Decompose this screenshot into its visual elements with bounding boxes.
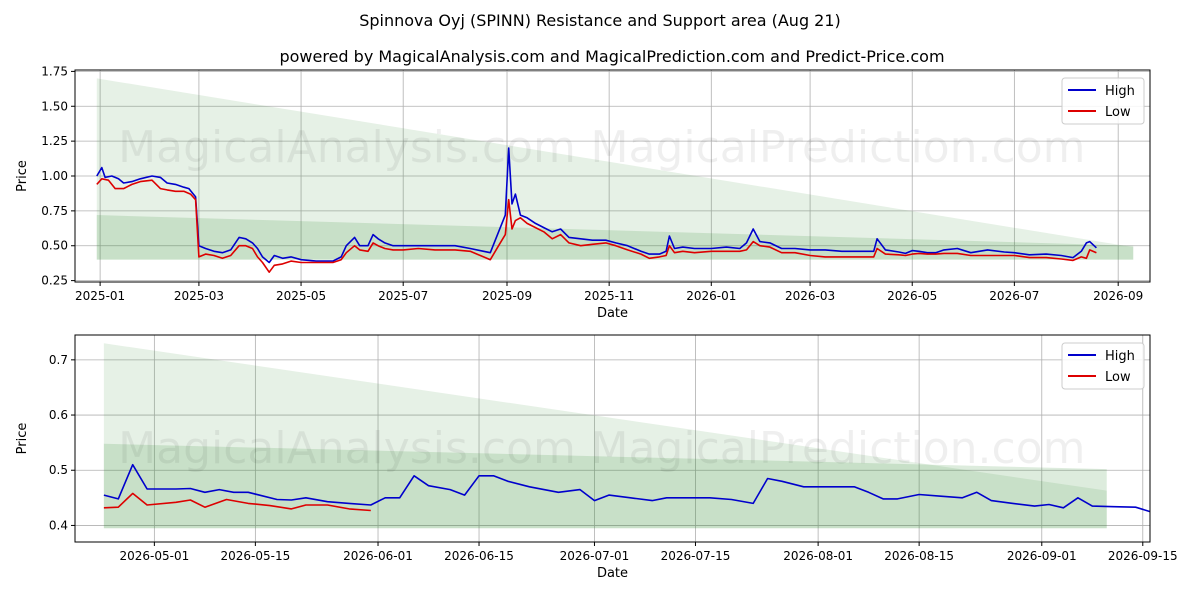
chart-figure: Spinnova Oyj (SPINN) Resistance and Supp… xyxy=(15,11,1178,581)
x-tick-label: 2025-05 xyxy=(276,289,326,303)
y-tick-label: 1.50 xyxy=(41,99,68,113)
top-chart-panel: MagicalAnalysis.com MagicalPrediction.com… xyxy=(15,64,1151,321)
bottom-chart-panel: MagicalAnalysis.com MagicalPrediction.com… xyxy=(15,334,1178,581)
legend-label-low: Low xyxy=(1105,370,1131,385)
y-tick-label: 0.5 xyxy=(49,463,68,477)
x-tick-label: 2026-06-15 xyxy=(444,549,514,563)
y-tick-label: 1.00 xyxy=(41,169,68,183)
y-axis-label: Price xyxy=(15,423,30,455)
y-tick-label: 0.7 xyxy=(49,353,68,367)
x-tick-label: 2026-05 xyxy=(887,289,937,303)
x-tick-label: 2025-03 xyxy=(174,289,224,303)
x-tick-label: 2026-07-15 xyxy=(661,549,731,563)
x-tick-label: 2026-08-01 xyxy=(783,549,853,563)
legend-label-high: High xyxy=(1105,84,1135,99)
x-tick-label: 2026-09 xyxy=(1093,289,1143,303)
x-tick-label: 2025-01 xyxy=(75,289,125,303)
x-tick-label: 2025-07 xyxy=(378,289,428,303)
x-tick-label: 2026-03 xyxy=(785,289,835,303)
y-tick-label: 0.4 xyxy=(49,518,68,532)
chart-subtitle: powered by MagicalAnalysis.com and Magic… xyxy=(279,47,944,66)
watermark: MagicalAnalysis.com xyxy=(118,423,576,474)
y-tick-label: 0.75 xyxy=(41,204,68,218)
y-tick-label: 1.25 xyxy=(41,134,68,148)
legend-label-high: High xyxy=(1105,349,1135,364)
x-tick-label: 2026-01 xyxy=(686,289,736,303)
x-tick-label: 2026-09-15 xyxy=(1108,549,1178,563)
x-tick-label: 2026-06-01 xyxy=(343,549,413,563)
x-tick-label: 2026-05-01 xyxy=(119,549,189,563)
x-tick-label: 2026-07 xyxy=(989,289,1039,303)
legend-label-low: Low xyxy=(1105,105,1131,120)
chart-title: Spinnova Oyj (SPINN) Resistance and Supp… xyxy=(359,11,841,30)
x-axis-label: Date xyxy=(597,306,628,321)
x-tick-label: 2026-09-01 xyxy=(1007,549,1077,563)
y-tick-label: 1.75 xyxy=(41,64,68,78)
watermark: MagicalPrediction.com xyxy=(591,423,1086,474)
watermark: MagicalPrediction.com xyxy=(591,122,1086,173)
x-axis-label: Date xyxy=(597,566,628,581)
y-tick-label: 0.25 xyxy=(41,274,68,288)
y-axis-label: Price xyxy=(15,160,30,192)
x-tick-label: 2025-11 xyxy=(584,289,634,303)
x-tick-label: 2026-07-01 xyxy=(560,549,630,563)
y-tick-label: 0.50 xyxy=(41,239,68,253)
y-tick-label: 0.6 xyxy=(49,408,68,422)
x-tick-label: 2026-05-15 xyxy=(220,549,290,563)
x-tick-label: 2025-09 xyxy=(482,289,532,303)
x-tick-label: 2026-08-15 xyxy=(884,549,954,563)
